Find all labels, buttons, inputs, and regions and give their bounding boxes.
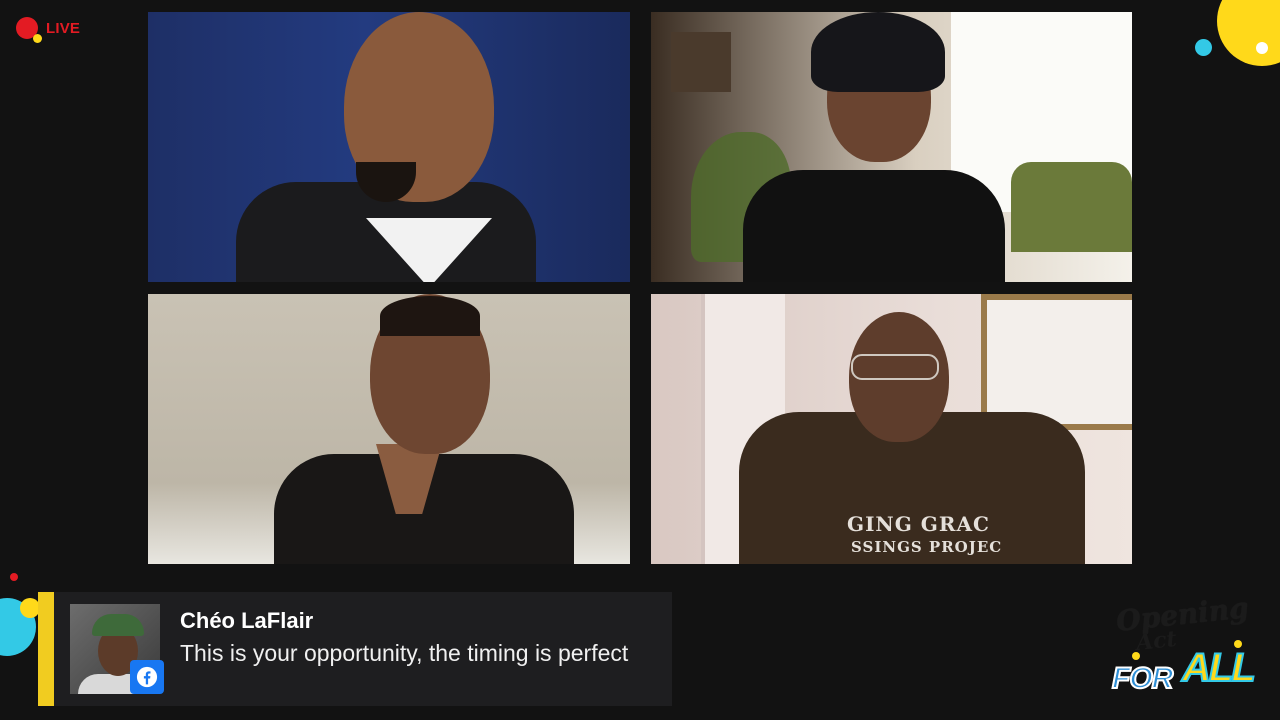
video-tile-participant-3[interactable] <box>148 294 630 564</box>
comment-accent-bar <box>38 592 54 706</box>
logo-dot <box>1234 640 1242 648</box>
live-label: LIVE <box>46 19 81 37</box>
background-flowers <box>1011 162 1132 252</box>
live-dot-accent <box>33 34 42 43</box>
decor-yellow-dot <box>20 598 40 618</box>
live-indicator: LIVE <box>16 16 81 43</box>
facebook-glyph <box>136 666 158 688</box>
opening-act-for-all-logo: Opening Act FOR ALL <box>1108 591 1268 708</box>
video-tile-participant-2[interactable] <box>651 12 1132 282</box>
comment-author: Chéo LaFlair <box>180 608 314 633</box>
participant-body <box>743 170 1005 282</box>
participant-headwrap <box>811 12 945 92</box>
stream-canvas: LIVE GING GRAC SSINGS PROJEC Chéo LaFlai… <box>0 0 1280 720</box>
logo-word-for: FOR <box>1111 661 1174 696</box>
facebook-icon <box>130 660 164 694</box>
background-mirror <box>981 294 1132 430</box>
comment-message: This is your opportunity, the timing is … <box>180 640 629 666</box>
comment-banner: Chéo LaFlair This is your opportunity, t… <box>38 592 672 706</box>
decor-white-dot <box>1256 42 1268 54</box>
video-tile-participant-1[interactable] <box>148 12 630 282</box>
hoodie-text-line2: SSINGS PROJEC <box>851 538 1003 556</box>
hoodie-text-line1: GING GRAC <box>847 512 990 536</box>
decor-red-dot <box>10 573 18 581</box>
participant-glasses <box>851 354 939 380</box>
logo-line2: Act <box>1134 625 1178 657</box>
participant-hair <box>380 296 480 336</box>
background-shelf <box>671 32 731 92</box>
avatar-cap <box>92 614 144 636</box>
logo-word-all: ALL <box>1181 645 1257 691</box>
decor-cyan-dot <box>1195 39 1212 56</box>
video-tile-participant-4[interactable]: GING GRAC SSINGS PROJEC <box>651 294 1132 564</box>
logo-dot <box>1132 652 1140 660</box>
live-dot-icon <box>16 17 42 43</box>
decor-yellow-circle <box>1217 0 1280 66</box>
